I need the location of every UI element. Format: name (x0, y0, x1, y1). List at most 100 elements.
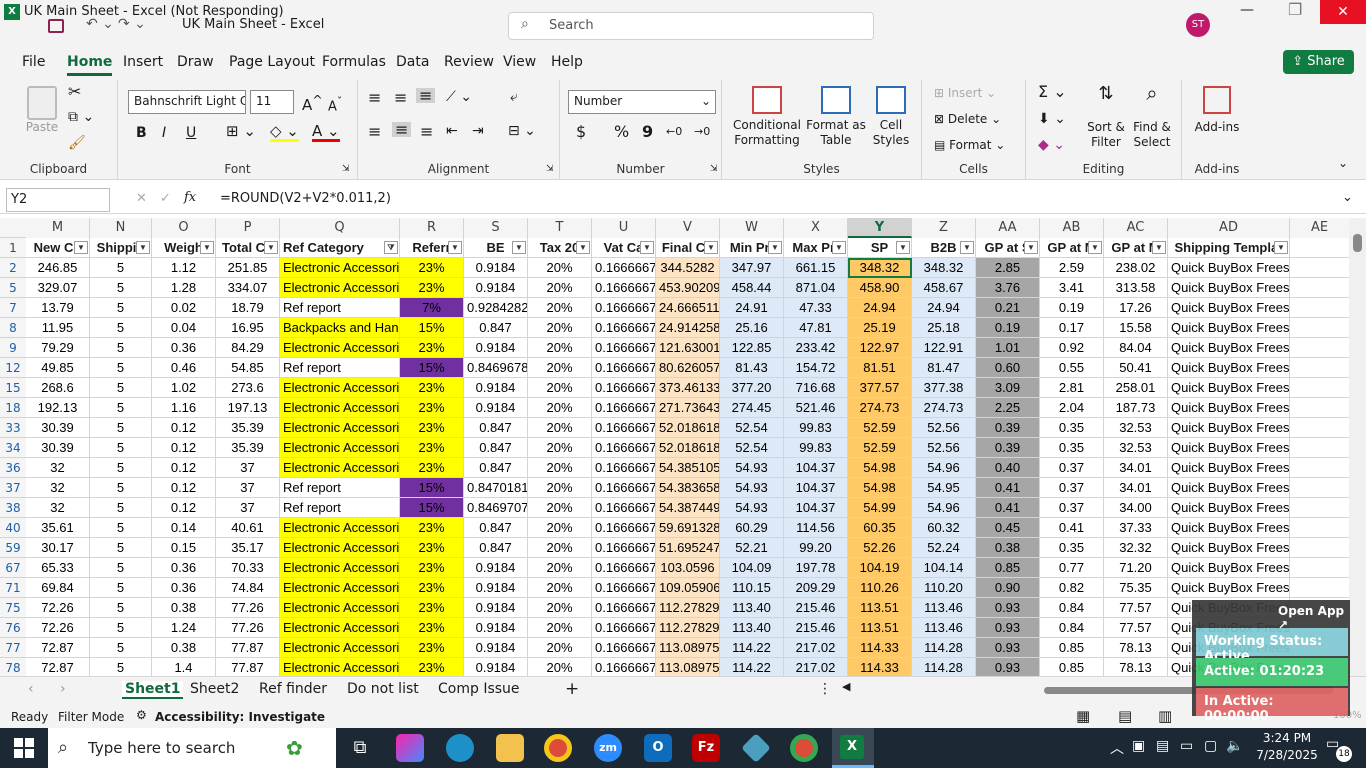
table-cell[interactable]: 0.1666667 (592, 258, 656, 278)
column-header-ad[interactable]: AD (1168, 218, 1290, 238)
table-cell[interactable]: 20% (528, 358, 592, 378)
table-cell[interactable]: 23% (400, 598, 464, 618)
sheet-tab-do-not-list[interactable]: Do not list (347, 681, 419, 697)
table-cell[interactable]: 0.36 (152, 338, 216, 358)
table-cell[interactable]: 23% (400, 418, 464, 438)
filter-dropdown-icon[interactable]: ▼ (576, 241, 590, 254)
row-header[interactable]: 59 (0, 538, 26, 558)
table-cell[interactable]: 25.19 (848, 318, 912, 338)
table-cell[interactable]: 75.35 (1104, 578, 1168, 598)
table-cell[interactable]: Quick BuyBox Freeship (1168, 358, 1290, 378)
search-box[interactable]: ⌕ Search (508, 12, 874, 40)
table-cell[interactable]: 0.60 (976, 358, 1040, 378)
decrease-font-icon[interactable]: Aˇ (328, 94, 342, 114)
next-sheet-icon[interactable]: › (60, 681, 66, 697)
format-as-table-button[interactable]: Format as Table (806, 86, 866, 148)
header-cell[interactable] (1290, 238, 1350, 258)
table-cell[interactable]: 59.691328 (656, 518, 720, 538)
table-cell[interactable]: 74.84 (216, 578, 280, 598)
table-cell[interactable]: 23% (400, 258, 464, 278)
table-cell[interactable]: 60.35 (848, 518, 912, 538)
table-cell[interactable]: 5 (90, 318, 152, 338)
column-header-aa[interactable]: AA (976, 218, 1040, 238)
increase-indent-icon[interactable]: ⇥ (472, 124, 484, 139)
paste-button[interactable]: Paste (22, 86, 62, 135)
table-cell[interactable]: 0.1666667 (592, 598, 656, 618)
table-cell[interactable] (1290, 538, 1350, 558)
table-cell[interactable]: Electronic Accessories (280, 598, 400, 618)
table-cell[interactable]: 77.57 (1104, 598, 1168, 618)
page-layout-view-icon[interactable]: ▤ (1118, 707, 1132, 725)
table-cell[interactable]: 0.37 (1040, 458, 1104, 478)
table-cell[interactable] (1290, 558, 1350, 578)
table-cell[interactable]: 0.1666667 (592, 398, 656, 418)
table-cell[interactable]: 54.383658 (656, 478, 720, 498)
table-cell[interactable] (1290, 378, 1350, 398)
table-cell[interactable]: 15% (400, 318, 464, 338)
chrome-profile-icon[interactable] (790, 734, 818, 762)
table-cell[interactable]: 20% (528, 258, 592, 278)
copy-icon[interactable]: ⧉ ⌄ (68, 110, 94, 125)
tray-network-icon[interactable]: ▢ (1204, 738, 1217, 754)
table-cell[interactable]: 112.27829 (656, 618, 720, 638)
table-cell[interactable]: 0.9184 (464, 278, 528, 298)
table-cell[interactable]: 70.33 (216, 558, 280, 578)
table-cell[interactable]: Electronic Accessories (280, 538, 400, 558)
table-cell[interactable]: 0.04 (152, 318, 216, 338)
table-cell[interactable]: 78.13 (1104, 638, 1168, 658)
close-button[interactable]: ✕ (1320, 0, 1366, 24)
autosum-icon[interactable]: Σ ⌄ (1038, 84, 1067, 100)
table-cell[interactable]: 217.02 (784, 638, 848, 658)
number-dialog-icon[interactable]: ⇲ (710, 162, 718, 177)
table-cell[interactable]: 15.58 (1104, 318, 1168, 338)
filter-dropdown-icon[interactable]: ▼ (832, 241, 846, 254)
table-cell[interactable]: 77.87 (216, 638, 280, 658)
table-cell[interactable]: 40.61 (216, 518, 280, 538)
scroll-left-icon[interactable]: ◀ (842, 680, 850, 693)
row-header[interactable]: 1 (0, 238, 26, 258)
table-cell[interactable]: 5 (90, 298, 152, 318)
table-cell[interactable]: 114.33 (848, 638, 912, 658)
table-cell[interactable]: 0.1666667 (592, 518, 656, 538)
row-header[interactable]: 34 (0, 438, 26, 458)
table-cell[interactable]: 348.32 (912, 258, 976, 278)
table-cell[interactable]: Ref report (280, 478, 400, 498)
table-cell[interactable]: 5 (90, 438, 152, 458)
table-cell[interactable]: 15% (400, 498, 464, 518)
table-cell[interactable] (1290, 578, 1350, 598)
table-cell[interactable]: 20% (528, 578, 592, 598)
table-cell[interactable]: 1.02 (152, 378, 216, 398)
tab-home[interactable]: Home (67, 54, 113, 76)
table-cell[interactable]: 0.38 (152, 598, 216, 618)
table-cell[interactable] (1290, 438, 1350, 458)
row-header[interactable]: 36 (0, 458, 26, 478)
filter-dropdown-icon[interactable]: ▼ (1024, 241, 1038, 254)
table-cell[interactable]: 197.78 (784, 558, 848, 578)
save-icon[interactable] (48, 19, 64, 33)
column-header-s[interactable]: S (464, 218, 528, 238)
table-cell[interactable]: 0.1666667 (592, 278, 656, 298)
table-cell[interactable]: 377.57 (848, 378, 912, 398)
table-cell[interactable]: 99.20 (784, 538, 848, 558)
zoom-icon[interactable]: zm (594, 734, 622, 762)
table-cell[interactable]: 373.46133 (656, 378, 720, 398)
table-cell[interactable]: 71.20 (1104, 558, 1168, 578)
table-cell[interactable]: 110.26 (848, 578, 912, 598)
table-cell[interactable]: 23% (400, 338, 464, 358)
table-cell[interactable]: Electronic Accessories (280, 398, 400, 418)
table-cell[interactable]: 20% (528, 478, 592, 498)
table-cell[interactable]: 0.9184 (464, 398, 528, 418)
table-cell[interactable]: 52.21 (720, 538, 784, 558)
decrease-indent-icon[interactable]: ⇤ (446, 124, 458, 139)
align-top-icon[interactable]: ≡ (368, 90, 381, 106)
table-cell[interactable]: Electronic Accessories (280, 638, 400, 658)
table-cell[interactable]: 114.22 (720, 658, 784, 676)
filter-dropdown-icon[interactable]: ▼ (768, 241, 782, 254)
undo-icon[interactable]: ↶ ⌄ (86, 16, 114, 32)
table-cell[interactable]: 24.666511 (656, 298, 720, 318)
table-cell[interactable]: 54.95 (912, 478, 976, 498)
table-cell[interactable]: 0.9284282 (464, 298, 528, 318)
table-cell[interactable] (1290, 498, 1350, 518)
table-cell[interactable]: 0.9184 (464, 578, 528, 598)
table-cell[interactable]: 122.91 (912, 338, 976, 358)
